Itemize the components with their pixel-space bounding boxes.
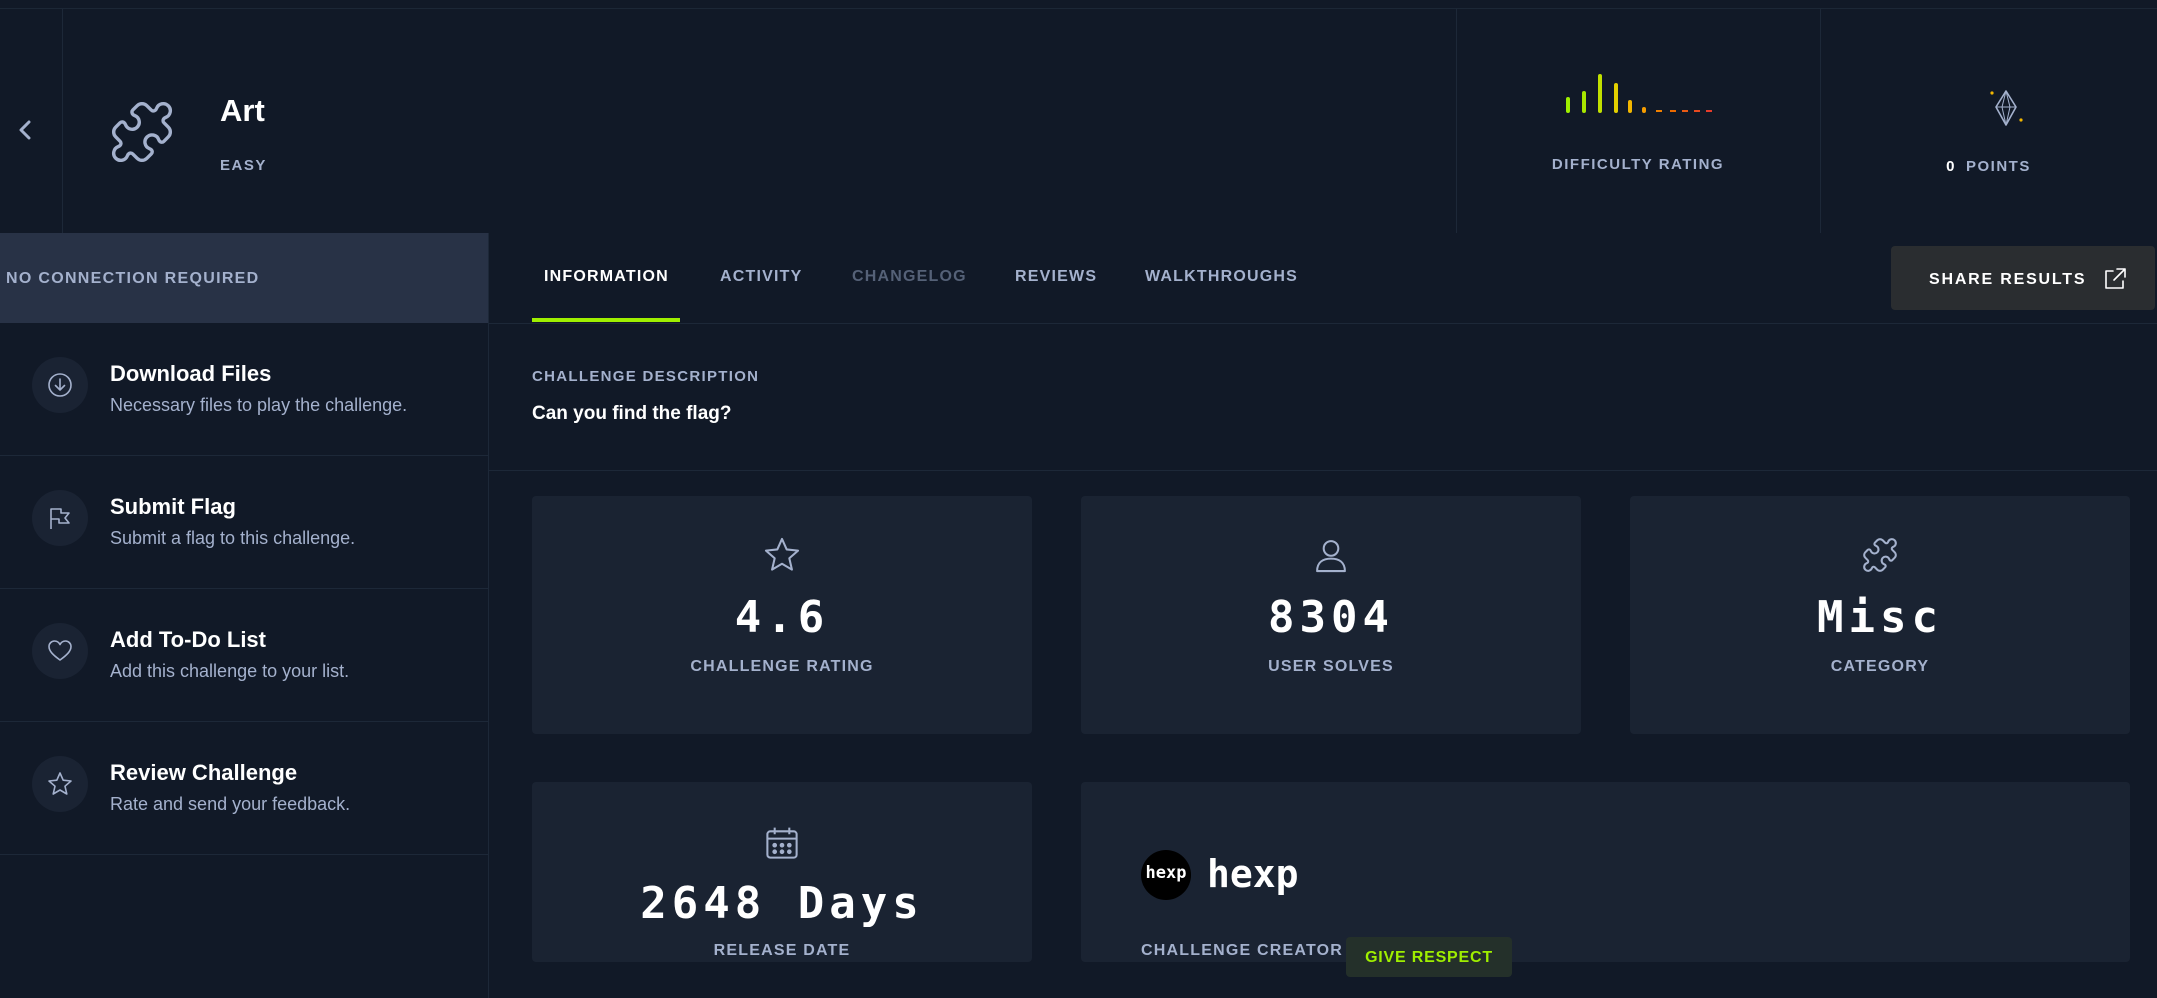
tab-walkthroughs[interactable]: WALKTHROUGHS (1145, 268, 1298, 286)
release-date-label: RELEASE DATE (713, 942, 851, 959)
tab-bar: INFORMATION ACTIVITY CHANGELOG REVIEWS W… (489, 233, 2157, 324)
sidebar-item-download-files[interactable]: Download Files Necessary files to play t… (0, 323, 488, 456)
share-results-label: SHARE RESULTS (1929, 271, 2087, 288)
header-divider (1820, 9, 1821, 233)
stat-card-category: Misc CATEGORY (1630, 496, 2130, 734)
sidebar-item-title: Add To-Do List (110, 627, 266, 652)
user-icon (1316, 540, 1346, 573)
stat-card-release: 2648 Days RELEASE DATE (532, 782, 1032, 962)
sidebar-item-title: Review Challenge (110, 760, 298, 785)
star-icon (764, 537, 800, 571)
points-label: POINTS (1966, 158, 2031, 175)
active-tab-underline (532, 318, 680, 322)
tab-information[interactable]: INFORMATION (544, 268, 669, 286)
challenge-header: Art EASY DIFFICULTY RATING 0 POINTS (0, 9, 2157, 233)
user-solves-value: 8304 (1268, 592, 1394, 643)
give-respect-button[interactable]: GIVE RESPECT (1346, 937, 1512, 977)
difficulty-badge: EASY (220, 157, 267, 174)
back-button[interactable] (12, 109, 38, 151)
share-results-button[interactable]: SHARE RESULTS (1891, 246, 2155, 310)
points-display: 0 POINTS (1820, 158, 2157, 175)
creator-name[interactable]: hexp (1207, 852, 1299, 896)
sidebar-item-title: Download Files (110, 361, 272, 386)
points-gem-icon (1990, 90, 2023, 126)
flag-icon (32, 490, 88, 546)
sidebar-item-desc: Necessary files to play the challenge. (110, 395, 408, 415)
difficulty-rating-chart (1566, 74, 1712, 113)
sidebar-item-title: Submit Flag (110, 494, 236, 519)
release-date-value: 2648 Days (640, 878, 924, 929)
tab-activity[interactable]: ACTIVITY (720, 268, 803, 286)
difficulty-rating-label: DIFFICULTY RATING (1551, 156, 1725, 173)
connection-banner-text: NO CONNECTION REQUIRED (6, 270, 260, 287)
sidebar-item-desc: Rate and send your feedback. (110, 794, 351, 814)
creator-label: CHALLENGE CREATOR (1141, 942, 1344, 959)
calendar-icon (766, 827, 798, 859)
sidebar-item-desc: Add this challenge to your list. (110, 661, 350, 681)
connection-banner: NO CONNECTION REQUIRED (0, 233, 488, 323)
sidebar-item-review-challenge[interactable]: Review Challenge Rate and send your feed… (0, 722, 488, 855)
tab-changelog[interactable]: CHANGELOG (852, 268, 967, 286)
challenge-rating-label: CHALLENGE RATING (690, 658, 874, 675)
puzzle-icon (111, 101, 173, 163)
stat-card-rating: 4.6 CHALLENGE RATING (532, 496, 1032, 734)
creator-avatar-text: hexp (1145, 863, 1187, 883)
tab-reviews[interactable]: REVIEWS (1015, 268, 1097, 286)
description-text: Can you find the flag? (532, 403, 732, 424)
external-link-icon (2105, 268, 2126, 289)
challenge-rating-value: 4.6 (734, 592, 830, 643)
sidebar-item-add-todo[interactable]: Add To-Do List Add this challenge to you… (0, 589, 488, 722)
description-heading: CHALLENGE DESCRIPTION (532, 368, 760, 385)
category-label: CATEGORY (1830, 658, 1930, 675)
give-respect-label: GIVE RESPECT (1365, 949, 1493, 966)
sidebar: NO CONNECTION REQUIRED Download Files Ne… (0, 233, 489, 998)
creator-avatar[interactable]: hexp (1141, 850, 1191, 900)
chevron-left-icon (19, 120, 31, 140)
points-value: 0 (1946, 158, 1956, 175)
user-solves-label: USER SOLVES (1268, 658, 1394, 675)
challenge-title: Art (220, 93, 265, 128)
star-icon (32, 756, 88, 812)
section-divider (489, 470, 2157, 471)
stat-card-solves: 8304 USER SOLVES (1081, 496, 1581, 734)
back-column (0, 9, 63, 233)
sidebar-item-submit-flag[interactable]: Submit Flag Submit a flag to this challe… (0, 456, 488, 589)
creator-card: hexp hexp CHALLENGE CREATOR GIVE RESPECT (1081, 782, 2130, 977)
category-value: Misc (1817, 592, 1943, 643)
header-divider (1456, 9, 1457, 233)
heart-icon (32, 623, 88, 679)
download-icon (32, 357, 88, 413)
puzzle-icon (1863, 538, 1897, 572)
sidebar-item-desc: Submit a flag to this challenge. (110, 528, 356, 548)
